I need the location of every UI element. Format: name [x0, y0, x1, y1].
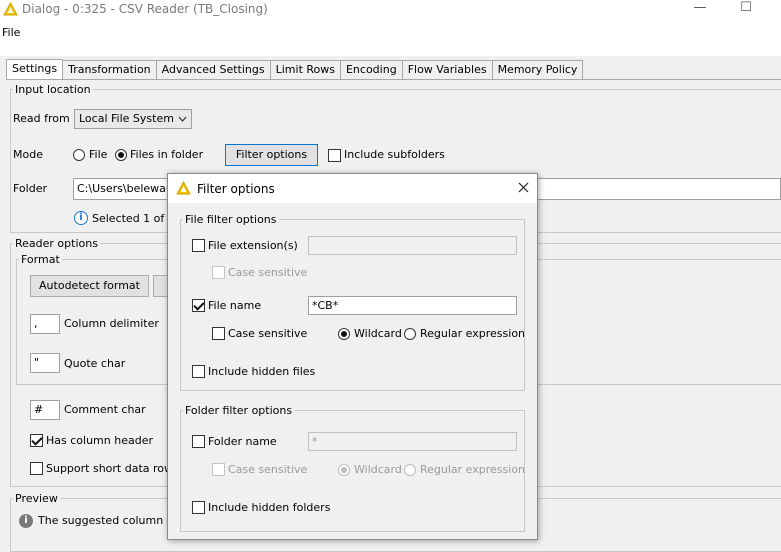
- folder-case-sensitive-label: Case sensitive: [228, 463, 308, 476]
- include-subfolders-label: Include subfolders: [344, 148, 445, 161]
- read-from-select[interactable]: Local File System: [74, 109, 192, 129]
- selected-files-info: Selected 1 of 4: [92, 212, 175, 225]
- quote-char-input[interactable]: ": [30, 353, 60, 373]
- folder-name-label: Folder name: [208, 435, 277, 448]
- autodetect-format-button[interactable]: Autodetect format: [30, 275, 149, 297]
- filter-options-dialog: Filter options File filter options File …: [167, 173, 538, 540]
- tab-strip: Settings Transformation Advanced Setting…: [6, 59, 584, 80]
- tab-transformation[interactable]: Transformation: [63, 60, 157, 80]
- chevron-down-icon: [178, 116, 187, 122]
- include-hidden-folders-label: Include hidden folders: [208, 501, 331, 514]
- comment-char-label: Comment char: [64, 403, 146, 416]
- name-case-sensitive-label: Case sensitive: [228, 327, 308, 340]
- info-icon: i: [74, 211, 88, 225]
- folder-case-sensitive-checkbox[interactable]: [212, 463, 225, 476]
- tab-limit-rows[interactable]: Limit Rows: [270, 60, 341, 80]
- has-column-header-label: Has column header: [46, 434, 153, 447]
- folder-label: Folder: [13, 182, 47, 195]
- menu-file[interactable]: File: [2, 26, 20, 39]
- preview-info-icon: i: [19, 514, 33, 528]
- read-from-label: Read from: [13, 112, 70, 125]
- has-column-header-checkbox[interactable]: [30, 434, 43, 447]
- tab-memory-policy[interactable]: Memory Policy: [492, 60, 584, 80]
- tab-flow-variables[interactable]: Flow Variables: [402, 60, 493, 80]
- reader-options-legend: Reader options: [15, 237, 98, 250]
- include-hidden-files-checkbox[interactable]: [192, 365, 205, 378]
- include-hidden-files-label: Include hidden files: [208, 365, 316, 378]
- minimize-button[interactable]: —: [680, 0, 720, 18]
- file-extensions-input[interactable]: [308, 236, 517, 255]
- column-delimiter-label: Column delimiter: [64, 317, 159, 330]
- name-case-sensitive-checkbox[interactable]: [212, 327, 225, 340]
- column-delimiter-input[interactable]: ,: [30, 314, 60, 334]
- file-extensions-checkbox[interactable]: [192, 239, 205, 252]
- mode-files-in-folder-radio[interactable]: [115, 149, 127, 161]
- title-bar: Dialog - 0:325 - CSV Reader (TB_Closing)…: [0, 0, 781, 18]
- ext-case-sensitive-label: Case sensitive: [228, 266, 308, 279]
- include-hidden-folders-checkbox[interactable]: [192, 501, 205, 514]
- file-extensions-label: File extension(s): [208, 239, 298, 252]
- tab-encoding[interactable]: Encoding: [340, 60, 403, 80]
- window-title: Dialog - 0:325 - CSV Reader (TB_Closing): [22, 2, 268, 16]
- folder-wildcard-label: Wildcard: [354, 463, 402, 476]
- include-subfolders-checkbox[interactable]: [328, 149, 341, 162]
- input-location-legend: Input location: [15, 83, 91, 96]
- format-legend: Format: [21, 253, 60, 266]
- file-name-input[interactable]: *CB*: [308, 296, 517, 315]
- folder-regex-radio[interactable]: [404, 464, 416, 476]
- maximize-button[interactable]: ☐: [726, 0, 766, 18]
- tab-settings[interactable]: Settings: [6, 59, 64, 80]
- mode-file-radio[interactable]: [73, 149, 85, 161]
- read-from-value: Local File System: [79, 112, 174, 125]
- filter-dialog-title: Filter options: [197, 182, 275, 196]
- quote-char-label: Quote char: [64, 357, 126, 370]
- ext-case-sensitive-checkbox[interactable]: [212, 266, 225, 279]
- file-filter-legend: File filter options: [185, 213, 277, 226]
- file-regex-radio[interactable]: [404, 328, 416, 340]
- file-regex-label: Regular expression: [420, 327, 526, 340]
- preview-legend: Preview: [15, 492, 58, 505]
- mode-files-in-folder-label: Files in folder: [130, 148, 204, 161]
- file-name-checkbox[interactable]: [192, 299, 205, 312]
- close-icon[interactable]: [518, 182, 529, 193]
- knime-warning-icon: [3, 2, 18, 16]
- filter-options-button[interactable]: Filter options: [225, 144, 318, 166]
- mode-file-label: File: [89, 148, 108, 161]
- knime-warning-icon: [176, 181, 191, 195]
- folder-regex-label: Regular expression: [420, 463, 526, 476]
- support-short-rows-label: Support short data rows: [46, 462, 179, 475]
- folder-name-checkbox[interactable]: [192, 435, 205, 448]
- menu-bar: [0, 18, 781, 56]
- mode-label: Mode: [13, 148, 43, 161]
- file-wildcard-label: Wildcard: [354, 327, 402, 340]
- folder-filter-legend: Folder filter options: [185, 404, 293, 417]
- tab-advanced-settings[interactable]: Advanced Settings: [156, 60, 271, 80]
- folder-name-input[interactable]: *: [308, 432, 517, 451]
- folder-wildcard-radio[interactable]: [338, 464, 350, 476]
- file-name-label: File name: [208, 299, 262, 312]
- filter-dialog-titlebar: Filter options: [168, 174, 537, 203]
- support-short-rows-checkbox[interactable]: [30, 462, 43, 475]
- file-wildcard-radio[interactable]: [338, 328, 350, 340]
- comment-char-input[interactable]: #: [30, 400, 60, 420]
